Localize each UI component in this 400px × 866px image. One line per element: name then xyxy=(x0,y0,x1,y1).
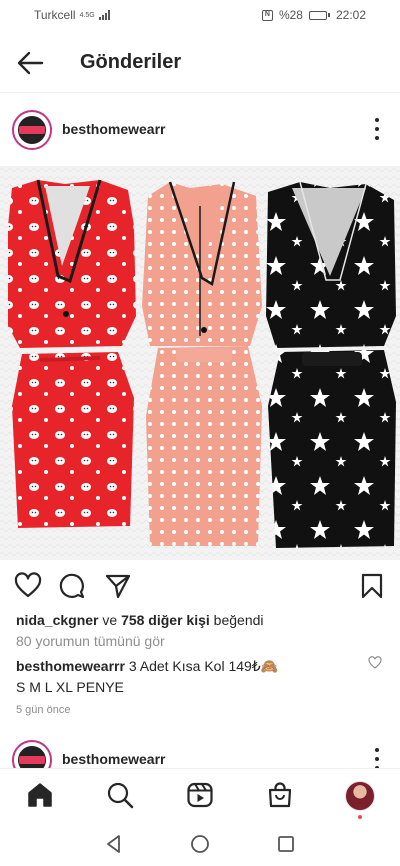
post-username[interactable]: besthomewearr xyxy=(62,121,165,137)
status-right: N %28 22:02 xyxy=(261,8,366,22)
caption-text-line1: 3 Adet Kısa Kol 149₺🙈 xyxy=(128,658,279,674)
bottom-nav xyxy=(0,768,400,822)
caption-text-line2: S M L XL PENYE xyxy=(16,679,124,695)
notification-dot xyxy=(358,815,362,819)
likes-summary[interactable]: nida_ckgner ve 758 diğer kişi beğendi xyxy=(16,612,264,628)
page-title: Gönderiler xyxy=(80,51,182,73)
header-divider xyxy=(0,92,400,93)
battery-icon xyxy=(308,10,330,20)
avatar-logo xyxy=(19,126,45,134)
back-triangle-icon[interactable] xyxy=(104,834,124,854)
nfc-icon: N xyxy=(261,9,273,21)
heart-icon[interactable] xyxy=(14,572,42,600)
status-left: Turkcell 4.5G xyxy=(34,8,110,22)
carrier-name: Turkcell xyxy=(34,8,76,22)
liker-username[interactable]: nida_ckgner xyxy=(16,612,98,628)
recents-square-icon[interactable] xyxy=(276,834,296,854)
avatar-logo xyxy=(19,756,45,764)
caption-like-icon[interactable] xyxy=(368,656,382,670)
signal-icon xyxy=(98,10,110,20)
arrow-left-icon[interactable] xyxy=(16,50,44,76)
avatar[interactable] xyxy=(12,110,52,150)
system-nav-bar xyxy=(0,822,400,866)
network-type: 4.5G xyxy=(79,11,95,19)
next-post-username[interactable]: besthomewearr xyxy=(62,751,165,767)
post-image[interactable] xyxy=(0,166,400,560)
likes-others[interactable]: 758 diğer kişi xyxy=(121,612,210,628)
search-icon[interactable] xyxy=(106,781,134,809)
view-comments-link[interactable]: 80 yorumun tümünü gör xyxy=(16,633,165,649)
pajama-sets-photo xyxy=(0,166,400,560)
reels-icon[interactable] xyxy=(186,781,214,809)
battery-percent: %28 xyxy=(278,8,303,22)
profile-avatar[interactable] xyxy=(345,781,375,811)
post-actions xyxy=(0,568,400,604)
clock: 22:02 xyxy=(335,8,366,22)
app-header: Gönderiler xyxy=(0,36,400,90)
more-options-icon[interactable] xyxy=(374,118,380,140)
post-timestamp: 5 gün önce xyxy=(16,704,71,716)
home-icon[interactable] xyxy=(26,781,54,809)
share-icon[interactable] xyxy=(104,572,132,600)
likes-suffix: beğendi xyxy=(213,612,264,628)
shop-icon[interactable] xyxy=(266,781,294,809)
home-circle-icon[interactable] xyxy=(190,834,210,854)
caption-username[interactable]: besthomewearrr xyxy=(16,658,125,674)
bookmark-icon[interactable] xyxy=(358,572,386,600)
post-caption: besthomewearrr 3 Adet Kısa Kol 149₺🙈 S M… xyxy=(16,656,356,698)
post-header: besthomewearr xyxy=(0,100,400,160)
more-options-icon[interactable] xyxy=(374,748,380,770)
comment-icon[interactable] xyxy=(58,572,86,600)
likes-connector: ve xyxy=(102,612,118,628)
status-bar: Turkcell 4.5G N %28 22:02 xyxy=(0,0,400,30)
